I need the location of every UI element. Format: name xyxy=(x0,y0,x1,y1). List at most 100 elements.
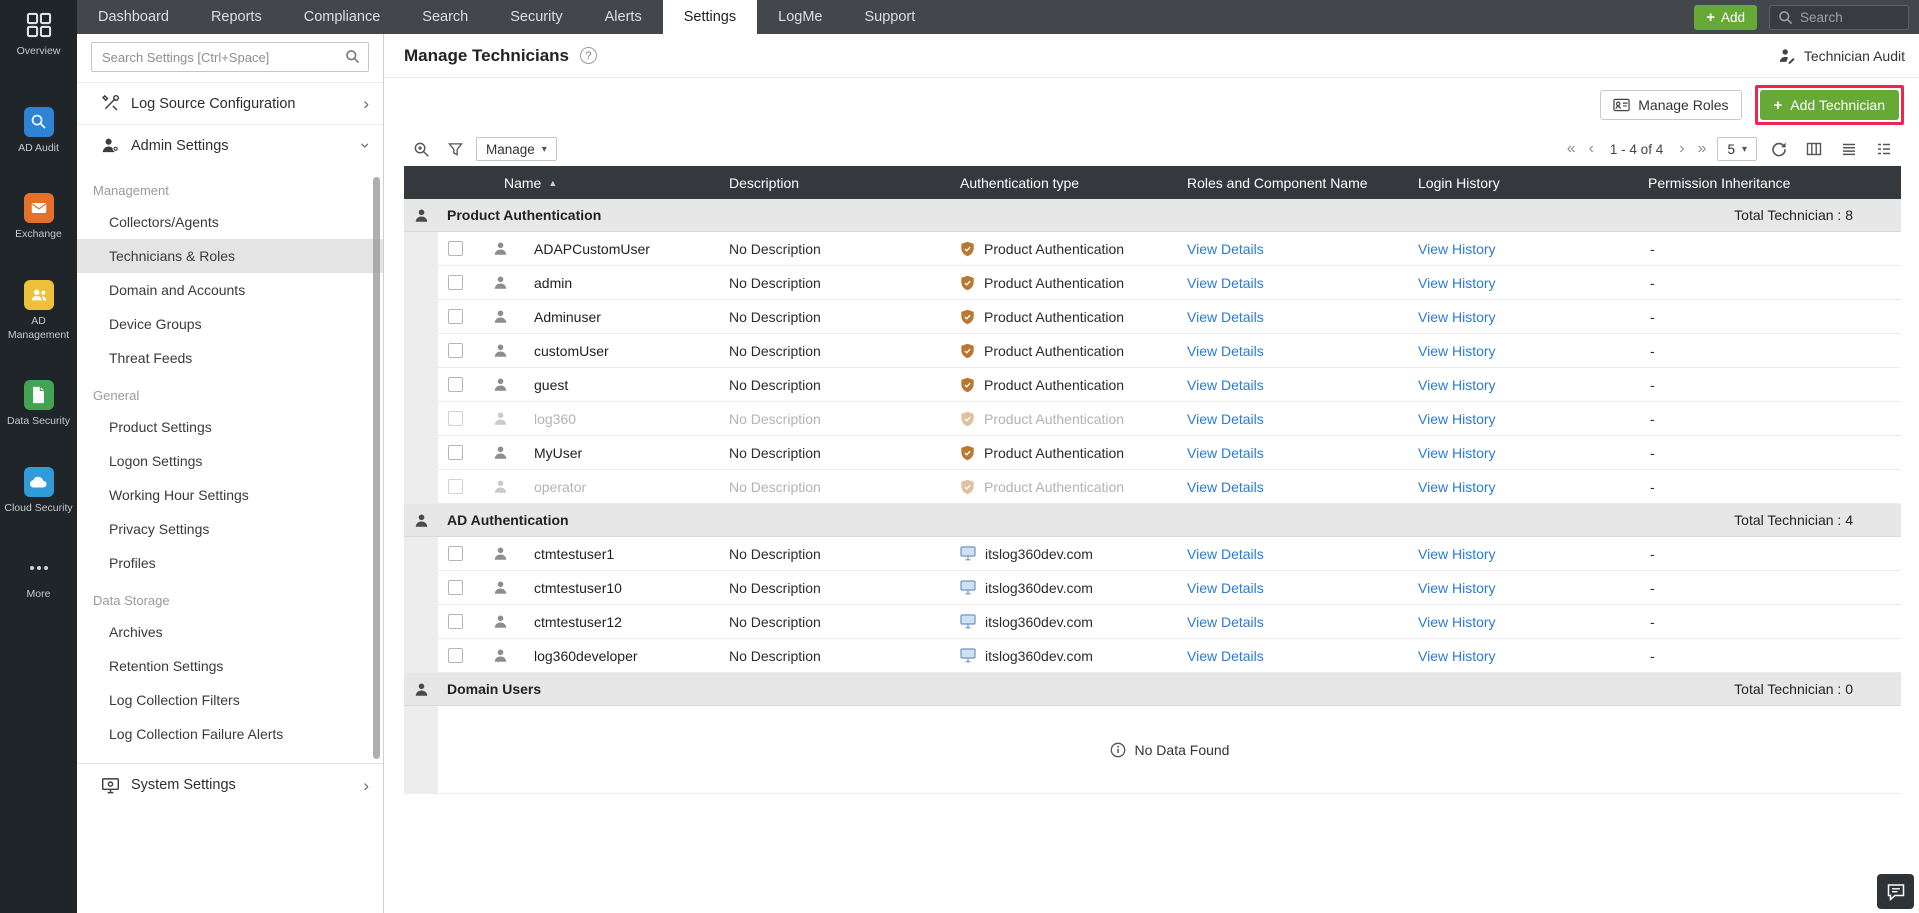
tab-dashboard[interactable]: Dashboard xyxy=(77,0,190,34)
tab-compliance[interactable]: Compliance xyxy=(283,0,402,34)
view-history-link[interactable]: View History xyxy=(1418,275,1496,291)
sidebar-item-domain-and-accounts[interactable]: Domain and Accounts xyxy=(77,273,383,307)
row-checkbox[interactable] xyxy=(448,445,463,460)
pagination-last-button[interactable]: » xyxy=(1696,141,1709,157)
sidebar-item-archives[interactable]: Archives xyxy=(77,615,383,649)
technician-audit-button[interactable]: Technician Audit xyxy=(1778,47,1905,65)
column-header-description[interactable]: Description xyxy=(727,175,958,191)
view-history-link[interactable]: View History xyxy=(1418,445,1496,461)
rail-item-data-security[interactable]: Data Security xyxy=(0,380,77,429)
rail-item-exchange[interactable]: Exchange xyxy=(0,193,77,242)
global-search-input[interactable] xyxy=(1800,9,1900,25)
view-details-link[interactable]: View Details xyxy=(1187,241,1264,257)
global-search[interactable] xyxy=(1769,4,1909,30)
view-history-link[interactable]: View History xyxy=(1418,411,1496,427)
feedback-button[interactable] xyxy=(1877,874,1914,909)
view-details-link[interactable]: View Details xyxy=(1187,479,1264,495)
sidebar-item-logon-settings[interactable]: Logon Settings xyxy=(77,444,383,478)
manage-dropdown[interactable]: Manage ▾ xyxy=(476,137,557,161)
sidebar-item-technicians-roles[interactable]: Technicians & Roles xyxy=(77,239,383,273)
view-history-link[interactable]: View History xyxy=(1418,648,1496,664)
row-checkbox[interactable] xyxy=(448,411,463,426)
view-history-link[interactable]: View History xyxy=(1418,614,1496,630)
view-history-link[interactable]: View History xyxy=(1418,241,1496,257)
row-checkbox[interactable] xyxy=(448,275,463,290)
tab-alerts[interactable]: Alerts xyxy=(584,0,663,34)
sidebar-group-system-settings[interactable]: System Settings › xyxy=(77,764,383,806)
view-details-link[interactable]: View Details xyxy=(1187,309,1264,325)
sidebar-search-input[interactable] xyxy=(91,42,369,72)
pagination-next-button[interactable]: › xyxy=(1677,141,1686,157)
help-icon[interactable]: ? xyxy=(580,47,598,64)
row-checkbox[interactable] xyxy=(448,614,463,629)
row-checkbox[interactable] xyxy=(448,309,463,324)
rail-item-overview[interactable]: Overview xyxy=(0,10,77,59)
column-chooser-button[interactable] xyxy=(1801,137,1827,161)
list-view-button[interactable] xyxy=(1836,137,1862,161)
tab-logme[interactable]: LogMe xyxy=(757,0,843,34)
column-header-authentication-type[interactable]: Authentication type xyxy=(958,175,1185,191)
sidebar-item-collectors-agents[interactable]: Collectors/Agents xyxy=(77,205,383,239)
add-button[interactable]: + Add xyxy=(1694,4,1757,30)
tab-reports[interactable]: Reports xyxy=(190,0,283,34)
sidebar-item-product-settings[interactable]: Product Settings xyxy=(77,410,383,444)
column-header-permission-inheritance[interactable]: Permission Inheritance xyxy=(1646,175,1901,191)
row-checkbox[interactable] xyxy=(448,648,463,663)
view-history-link[interactable]: View History xyxy=(1418,479,1496,495)
row-checkbox[interactable] xyxy=(448,479,463,494)
view-details-link[interactable]: View Details xyxy=(1187,411,1264,427)
refresh-button[interactable] xyxy=(1766,137,1792,161)
sidebar-item-log-collection-failure-alerts[interactable]: Log Collection Failure Alerts xyxy=(77,717,383,751)
view-history-link[interactable]: View History xyxy=(1418,309,1496,325)
column-search-button[interactable] xyxy=(408,137,434,161)
column-header-roles-and-component-name[interactable]: Roles and Component Name xyxy=(1185,175,1416,191)
sidebar-group-log-source-configuration[interactable]: Log Source Configuration › xyxy=(77,82,383,124)
sidebar-item-privacy-settings[interactable]: Privacy Settings xyxy=(77,512,383,546)
rail-item-cloud-security[interactable]: Cloud Security xyxy=(0,466,77,516)
view-details-link[interactable]: View Details xyxy=(1187,580,1264,596)
rail-item-ad-audit[interactable]: AD Audit xyxy=(0,106,77,156)
view-history-link[interactable]: View History xyxy=(1418,580,1496,596)
tab-settings[interactable]: Settings xyxy=(662,0,758,34)
highlight-box: + Add Technician xyxy=(1754,85,1904,125)
add-technician-button[interactable]: + Add Technician xyxy=(1759,90,1899,120)
checkbox-cell xyxy=(438,479,482,494)
sidebar-item-device-groups[interactable]: Device Groups xyxy=(77,307,383,341)
view-history-link[interactable]: View History xyxy=(1418,377,1496,393)
view-details-link[interactable]: View Details xyxy=(1187,546,1264,562)
view-details-link[interactable]: View Details xyxy=(1187,614,1264,630)
rail-item-ad-management[interactable]: AD Management xyxy=(0,279,77,342)
row-checkbox[interactable] xyxy=(448,241,463,256)
sidebar-item-profiles[interactable]: Profiles xyxy=(77,546,383,580)
view-details-link[interactable]: View Details xyxy=(1187,343,1264,359)
row-checkbox[interactable] xyxy=(448,546,463,561)
sidebar-item-threat-feeds[interactable]: Threat Feeds xyxy=(77,341,383,375)
view-history-link[interactable]: View History xyxy=(1418,546,1496,562)
pagination-prev-button[interactable]: ‹ xyxy=(1587,141,1596,157)
page-size-dropdown[interactable]: 5 ▾ xyxy=(1717,137,1757,161)
view-details-link[interactable]: View Details xyxy=(1187,445,1264,461)
sidebar-item-log-collection-filters[interactable]: Log Collection Filters xyxy=(77,683,383,717)
tab-search[interactable]: Search xyxy=(401,0,489,34)
tab-security[interactable]: Security xyxy=(489,0,583,34)
manage-roles-button[interactable]: Manage Roles xyxy=(1600,90,1742,120)
tab-support[interactable]: Support xyxy=(843,0,936,34)
sidebar-group-admin-settings[interactable]: Admin Settings › xyxy=(77,124,383,166)
view-details-link[interactable]: View Details xyxy=(1187,648,1264,664)
row-checkbox[interactable] xyxy=(448,580,463,595)
column-header-login-history[interactable]: Login History xyxy=(1416,175,1646,191)
row-checkbox[interactable] xyxy=(448,343,463,358)
detail-view-button[interactable] xyxy=(1871,137,1897,161)
sidebar-item-working-hour-settings[interactable]: Working Hour Settings xyxy=(77,478,383,512)
view-details-link[interactable]: View Details xyxy=(1187,275,1264,291)
row-checkbox[interactable] xyxy=(448,377,463,392)
sidebar-scrollbar[interactable] xyxy=(373,177,380,759)
sidebar-item-retention-settings[interactable]: Retention Settings xyxy=(77,649,383,683)
pagination-first-button[interactable]: « xyxy=(1565,141,1578,157)
filter-button[interactable] xyxy=(442,137,468,161)
view-details-link[interactable]: View Details xyxy=(1187,377,1264,393)
rail-item-more[interactable]: More xyxy=(0,553,77,602)
view-history-link[interactable]: View History xyxy=(1418,343,1496,359)
topnav-tabs: Dashboard Reports Compliance Search Security… xyxy=(77,0,936,34)
column-header-name[interactable]: Name ▲ xyxy=(482,175,727,191)
